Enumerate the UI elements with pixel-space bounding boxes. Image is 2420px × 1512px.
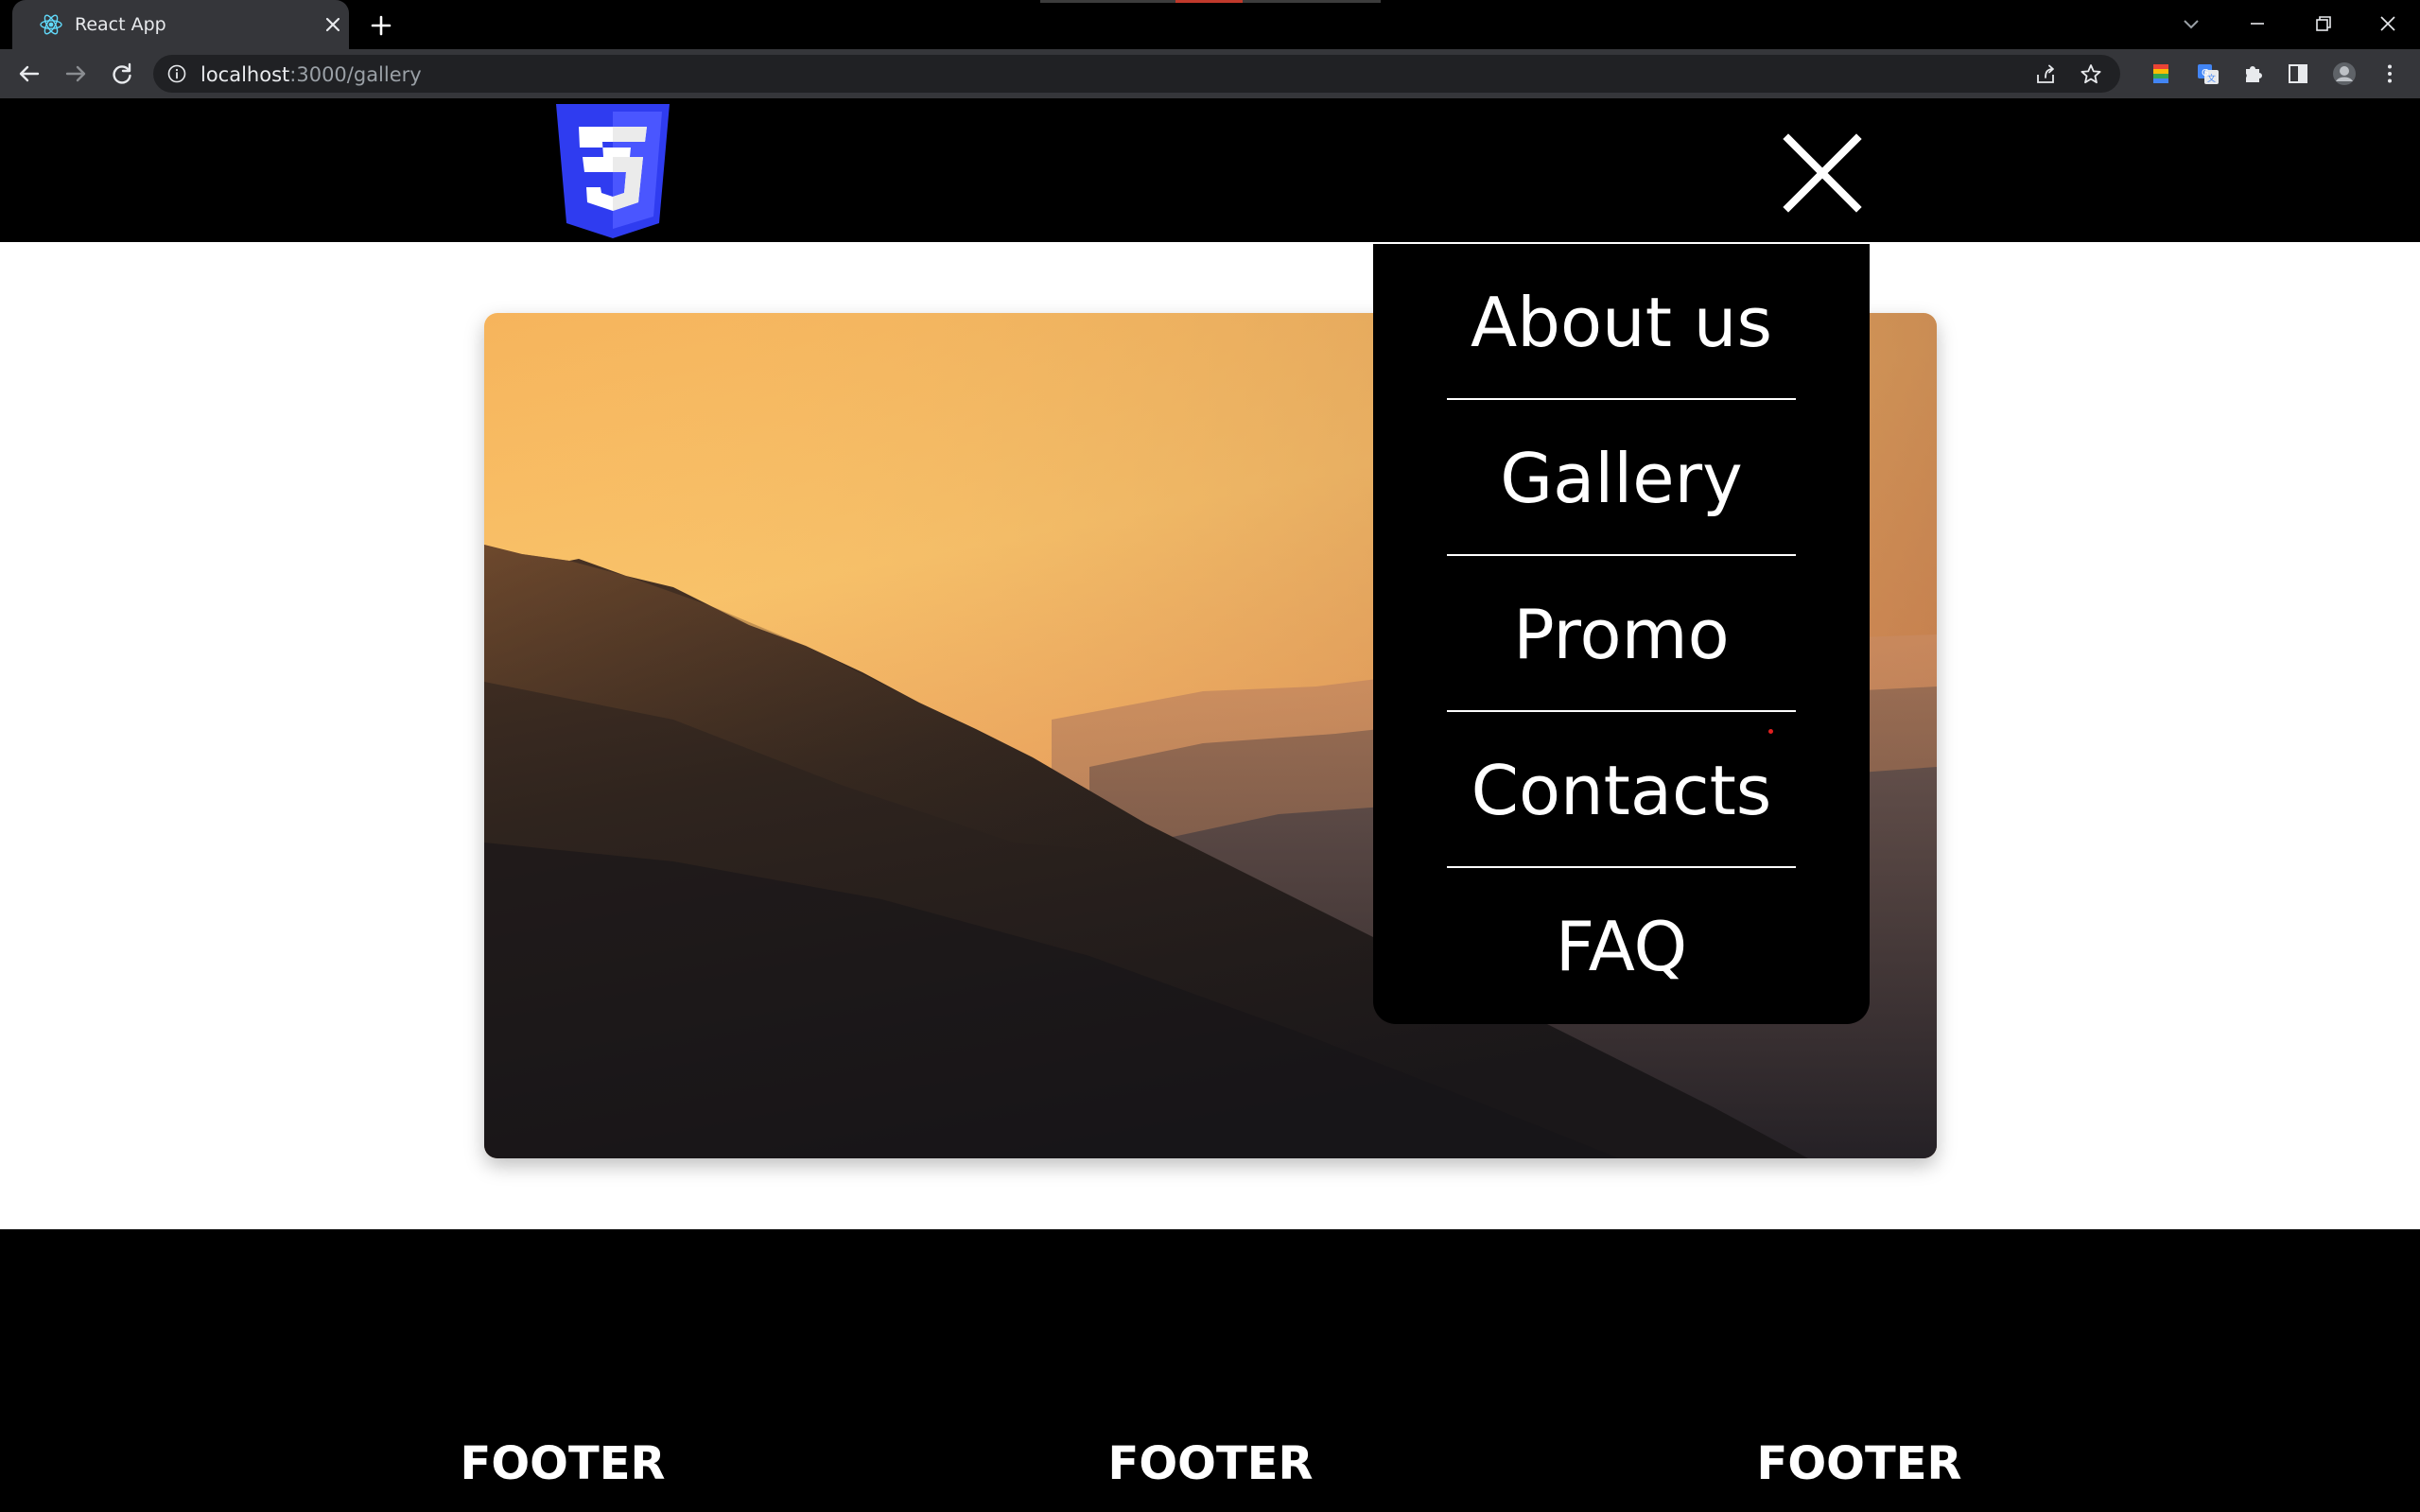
url-host: localhost (200, 63, 290, 86)
menu-item-label: Contacts (1471, 751, 1772, 830)
menu-item-faq[interactable]: FAQ (1447, 868, 1796, 1024)
footer-column: FOOTER (1107, 1437, 1314, 1490)
side-panel-icon[interactable] (2284, 60, 2312, 88)
page-content: About us Gallery Promo Contacts FAQ FOOT… (0, 98, 2420, 1512)
menu-item-label: Gallery (1500, 439, 1743, 518)
menu-item-label: FAQ (1555, 907, 1688, 986)
tab-search-icon[interactable] (2175, 8, 2207, 40)
window-close-icon[interactable] (2372, 8, 2404, 40)
footer-column: FOOTER (460, 1437, 666, 1490)
back-icon[interactable] (15, 60, 44, 88)
browser-toolbar: localhost:3000/gallery G 文 (0, 49, 2420, 98)
browser-menu-icon[interactable] (2376, 60, 2404, 88)
svg-text:文: 文 (2207, 73, 2216, 84)
menu-item-about-us[interactable]: About us (1447, 244, 1796, 400)
site-info-icon[interactable] (166, 63, 187, 84)
menu-item-label: About us (1471, 283, 1772, 362)
minimize-icon[interactable] (2241, 8, 2273, 40)
reload-icon[interactable] (108, 60, 136, 88)
browser-tab[interactable]: React App (12, 0, 349, 49)
site-header (0, 98, 2420, 242)
site-footer: FOOTER FOOTER FOOTER (0, 1229, 2420, 1512)
tab-title: React App (75, 14, 166, 35)
cursor-dot (1768, 729, 1773, 734)
browser-tabstrip: React App (0, 0, 2420, 49)
recording-indicator (1175, 0, 1243, 3)
restore-icon[interactable] (2307, 8, 2340, 40)
menu-item-promo[interactable]: Promo (1447, 556, 1796, 712)
react-logo-icon (40, 14, 62, 35)
menu-item-gallery[interactable]: Gallery (1447, 400, 1796, 556)
profile-avatar-icon[interactable] (2330, 60, 2359, 88)
google-color-extension-icon[interactable] (2147, 60, 2175, 88)
new-tab-icon[interactable] (367, 11, 395, 40)
translate-extension-icon[interactable]: G 文 (2194, 60, 2222, 88)
extensions-puzzle-icon[interactable] (2239, 60, 2268, 88)
url-text: localhost:3000/gallery (200, 63, 422, 86)
share-icon[interactable] (2033, 62, 2058, 87)
dropdown-nav-menu: About us Gallery Promo Contacts FAQ (1373, 244, 1870, 1024)
bookmark-star-icon[interactable] (2079, 62, 2103, 87)
forward-icon[interactable] (61, 60, 90, 88)
menu-item-contacts[interactable]: Contacts (1447, 712, 1796, 868)
url-path: :3000/gallery (289, 63, 422, 86)
footer-column: FOOTER (1756, 1437, 1962, 1490)
close-icon[interactable] (1783, 133, 1862, 213)
tab-close-icon[interactable] (321, 12, 345, 37)
address-bar[interactable]: localhost:3000/gallery (153, 55, 2120, 93)
menu-item-label: Promo (1513, 595, 1730, 674)
css3-logo-icon[interactable] (553, 104, 672, 240)
